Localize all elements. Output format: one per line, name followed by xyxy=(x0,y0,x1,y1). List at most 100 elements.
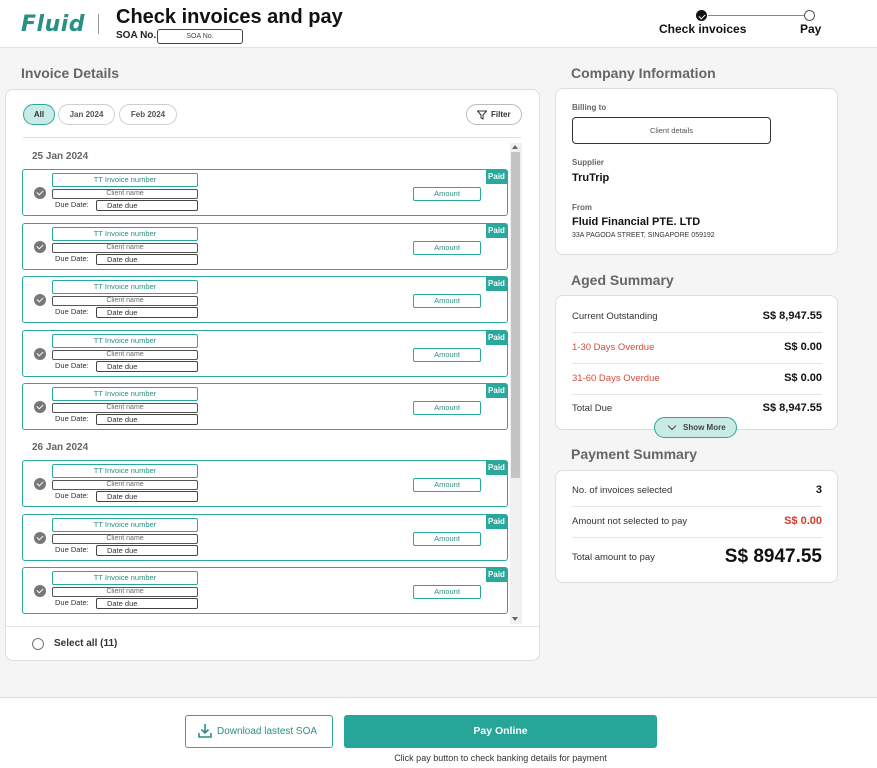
check-circle-icon[interactable] xyxy=(34,348,46,360)
row-divider xyxy=(572,537,822,538)
amount-field: Amount xyxy=(413,478,481,492)
scroll-down-arrow-icon[interactable] xyxy=(512,617,518,621)
download-soa-button[interactable]: Download lastest SOA xyxy=(185,715,333,748)
show-more-button[interactable]: Show More xyxy=(654,417,737,438)
invoice-card[interactable]: TT Invoice number Client name Due Date: Dat… xyxy=(22,514,508,561)
due-date-field: Date due xyxy=(96,414,198,425)
pay-online-button[interactable]: Pay Online xyxy=(344,715,657,748)
select-all-radio[interactable] xyxy=(32,638,44,650)
aged-row-current: Current Outstanding S$ 8,947.55 xyxy=(572,302,822,333)
company-info-panel: Billing to Client details Supplier TruTr… xyxy=(555,88,838,255)
check-circle-icon[interactable] xyxy=(34,532,46,544)
invoice-card[interactable]: TT Invoice number Client name Due Date: Dat… xyxy=(22,223,508,270)
due-date-field: Date due xyxy=(96,307,198,318)
step-done-icon xyxy=(696,10,707,21)
invoice-number-field: TT Invoice number xyxy=(52,387,198,401)
step-pay: Pay xyxy=(800,22,822,36)
amount-field: Amount xyxy=(413,348,481,362)
select-all-label[interactable]: Select all (11) xyxy=(54,638,117,649)
scroll-up-arrow-icon[interactable] xyxy=(512,145,518,149)
filter-button[interactable]: Filter xyxy=(466,104,522,125)
total-amount-value: S$ 8947.55 xyxy=(724,546,822,567)
client-details-field[interactable]: Client details xyxy=(572,117,771,144)
paid-badge: Paid xyxy=(486,515,507,529)
step-check-invoices: Check invoices xyxy=(659,22,747,36)
row-label: No. of invoices selected xyxy=(572,485,673,496)
invoice-number-field: TT Invoice number xyxy=(52,464,198,478)
filter-chip-all[interactable]: All xyxy=(23,104,55,125)
invoice-card[interactable]: TT Invoice number Client name Due Date: Dat… xyxy=(22,330,508,377)
due-date-label: Due Date: xyxy=(55,491,89,500)
aged-summary-panel: Current Outstanding S$ 8,947.55 1-30 Day… xyxy=(555,295,838,430)
client-name-field: Client name xyxy=(52,296,198,306)
stepper-line xyxy=(708,15,804,16)
check-circle-icon[interactable] xyxy=(34,478,46,490)
invoice-number-field: TT Invoice number xyxy=(52,280,198,294)
billing-to-label: Billing to xyxy=(572,103,607,112)
payment-summary-panel: No. of invoices selected 3 Amount not se… xyxy=(555,470,838,583)
due-date-label: Due Date: xyxy=(55,414,89,423)
from-company-name: Fluid Financial PTE. LTD xyxy=(572,216,701,228)
invoice-details-title: Invoice Details xyxy=(21,65,120,81)
amount-field: Amount xyxy=(413,532,481,546)
due-date-label: Due Date: xyxy=(55,254,89,263)
show-more-label: Show More xyxy=(683,423,726,432)
check-circle-icon[interactable] xyxy=(34,294,46,306)
invoice-card[interactable]: TT Invoice number Client name Due Date: Dat… xyxy=(22,276,508,323)
row-label: 31-60 Days Overdue xyxy=(572,373,660,384)
client-name-field: Client name xyxy=(52,189,198,199)
soa-number-field[interactable]: SOA No. xyxy=(157,29,243,44)
invoice-number-field: TT Invoice number xyxy=(52,571,198,585)
supplier-value: TruTrip xyxy=(572,172,610,184)
header-divider xyxy=(98,14,99,34)
paid-badge: Paid xyxy=(486,568,507,582)
due-date-label: Due Date: xyxy=(55,598,89,607)
due-date-label: Due Date: xyxy=(55,361,89,370)
invoices-selected-row: No. of invoices selected 3 xyxy=(572,476,822,507)
due-date-field: Date due xyxy=(96,598,198,609)
row-label: Total Due xyxy=(572,403,613,414)
aged-row-31-60: 31-60 Days Overdue S$ 0.00 xyxy=(572,364,822,395)
check-circle-icon[interactable] xyxy=(34,401,46,413)
row-value: 3 xyxy=(815,484,822,496)
step-pending-icon xyxy=(804,10,815,21)
row-value: S$ 0.00 xyxy=(784,341,822,353)
filter-chip-jan-2024[interactable]: Jan 2024 xyxy=(58,104,115,125)
invoice-list[interactable]: 25 Jan 2024 TT Invoice number Client name… xyxy=(6,138,523,626)
client-name-field: Client name xyxy=(52,403,198,413)
due-date-label: Due Date: xyxy=(55,545,89,554)
invoice-card[interactable]: TT Invoice number Client name Due Date: Dat… xyxy=(22,567,508,614)
check-circle-icon[interactable] xyxy=(34,241,46,253)
row-value: S$ 0.00 xyxy=(784,515,822,527)
amount-field: Amount xyxy=(413,401,481,415)
paid-badge: Paid xyxy=(486,170,507,184)
filter-button-label: Filter xyxy=(491,110,511,119)
invoice-number-field: TT Invoice number xyxy=(52,334,198,348)
company-information-title: Company Information xyxy=(571,65,716,81)
amount-field: Amount xyxy=(413,241,481,255)
invoice-card[interactable]: TT Invoice number Client name Due Date: Dat… xyxy=(22,460,508,507)
client-name-field: Client name xyxy=(52,587,198,597)
paid-badge: Paid xyxy=(486,277,507,291)
page-title: Check invoices and pay xyxy=(116,6,343,28)
row-value: S$ 0.00 xyxy=(784,372,822,384)
payment-summary-title: Payment Summary xyxy=(571,446,698,462)
aged-summary-title: Aged Summary xyxy=(571,272,674,288)
invoice-card[interactable]: TT Invoice number Client name Due Date: Dat… xyxy=(22,169,508,216)
filter-chip-feb-2024[interactable]: Feb 2024 xyxy=(119,104,177,125)
check-circle-icon[interactable] xyxy=(34,187,46,199)
list-bottom-divider xyxy=(6,626,539,627)
due-date-label: Due Date: xyxy=(55,200,89,209)
invoice-card[interactable]: TT Invoice number Client name Due Date: Dat… xyxy=(22,383,508,430)
invoice-number-field: TT Invoice number xyxy=(52,518,198,532)
not-selected-row: Amount not selected to pay S$ 0.00 xyxy=(572,507,822,538)
client-name-field: Client name xyxy=(52,350,198,360)
row-label: Total amount to pay xyxy=(572,552,655,563)
scrollbar-thumb[interactable] xyxy=(511,152,520,478)
invoice-number-field: TT Invoice number xyxy=(52,173,198,187)
check-circle-icon[interactable] xyxy=(34,585,46,597)
paid-badge: Paid xyxy=(486,224,507,238)
date-group-label: 26 Jan 2024 xyxy=(32,442,89,453)
row-value: S$ 8,947.55 xyxy=(762,310,822,322)
aged-row-1-30: 1-30 Days Overdue S$ 0.00 xyxy=(572,333,822,364)
